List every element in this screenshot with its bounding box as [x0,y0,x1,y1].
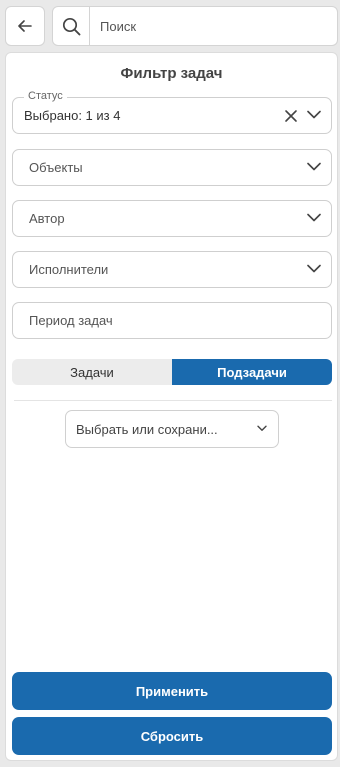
chevron-down-icon [307,264,321,273]
search-icon [62,17,80,35]
status-value: Выбрано: 1 из 4 [24,108,121,123]
chevron-down-icon [307,162,321,171]
back-arrow-icon [18,20,32,32]
tab-subtasks[interactable]: Подзадачи [172,359,332,385]
objects-select[interactable]: Объекты [12,149,332,186]
preset-label: Выбрать или сохрани... [76,421,218,437]
preset-select[interactable]: Выбрать или сохрани... [65,410,279,448]
search-input[interactable] [90,7,337,45]
panel-title: Фильтр задач [120,65,223,82]
status-legend: Статус [24,90,67,102]
search-icon-button[interactable] [53,7,90,45]
period-field[interactable]: Период задач [12,302,332,339]
author-select[interactable]: Автор [12,200,332,237]
author-label: Автор [29,211,65,226]
tab-tasks[interactable]: Задачи [12,359,172,385]
assignees-select[interactable]: Исполнители [12,251,332,288]
status-select[interactable]: Статус Выбрано: 1 из 4 [12,90,332,134]
back-button[interactable] [5,6,45,46]
chevron-down-icon [307,110,321,119]
divider [14,400,332,401]
filter-panel: Фильтр задач Статус Выбрано: 1 из 4 Объе… [5,52,338,761]
top-bar [5,6,338,46]
objects-label: Объекты [29,160,83,175]
chevron-down-icon [257,425,267,431]
period-label: Период задач [29,313,113,328]
reset-button[interactable]: Сбросить [12,717,332,755]
clear-icon[interactable] [284,109,298,123]
task-type-toggle: Задачи Подзадачи [12,359,332,385]
chevron-down-icon [307,213,321,222]
assignees-label: Исполнители [29,262,109,277]
apply-button[interactable]: Применить [12,672,332,710]
search-box [52,6,338,46]
